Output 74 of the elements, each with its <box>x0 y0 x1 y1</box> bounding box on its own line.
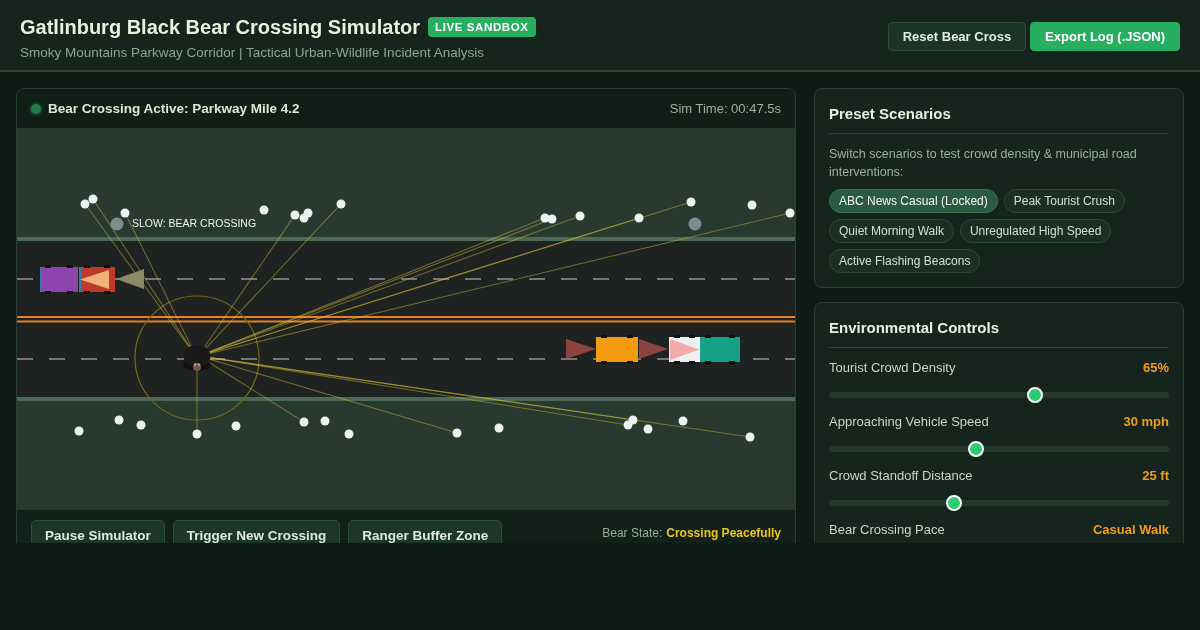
car <box>596 335 638 364</box>
headlight-beam <box>116 269 144 289</box>
sim-control-button[interactable]: Ranger Buffer Zone <box>348 520 503 543</box>
tourist-dot <box>547 214 557 224</box>
car <box>700 335 740 364</box>
slider-track[interactable] <box>829 495 1169 511</box>
scenario-chip[interactable]: Active Flashing Beacons <box>829 249 981 273</box>
slider-track[interactable] <box>829 441 1169 457</box>
tourist-dot <box>120 208 130 218</box>
reset-button[interactable]: Reset Bear Cross <box>887 22 1027 51</box>
control-value: 30 mph <box>1123 413 1169 430</box>
tourist-dot <box>231 421 241 431</box>
scenario-chip[interactable]: Peak Tourist Crush <box>1003 189 1125 213</box>
tourist-dot <box>299 417 309 427</box>
slider-thumb[interactable] <box>1026 387 1043 403</box>
tourist-dot <box>303 208 313 218</box>
headlight-beam <box>566 339 596 359</box>
bear-marker <box>183 345 211 371</box>
tourist-dot <box>686 197 696 207</box>
panel-description: Switch scenarios to test crowd density & municipal road interventions: <box>829 146 1138 181</box>
tourist-dot <box>643 424 653 434</box>
tourist-dot <box>745 432 755 442</box>
simulator-title: Bear Crossing Active: Parkway Mile 4.2 <box>48 101 300 116</box>
tourist-dot <box>540 213 550 223</box>
control-label: Approaching Vehicle Speed <box>829 413 989 430</box>
bear-state-value: Crossing Peacefully <box>666 526 781 540</box>
scenario-chip[interactable]: Quiet Morning Walk <box>829 219 954 243</box>
panel-title: Preset Scenarios <box>829 104 1169 134</box>
beacon-marker <box>688 217 702 231</box>
tourist-dot <box>678 416 688 426</box>
control-label: Tourist Crowd Density <box>829 359 956 376</box>
beacon-marker <box>110 217 124 231</box>
tourist-dot <box>114 415 124 425</box>
control-value: Casual Walk <box>1092 521 1169 538</box>
tourist-dot <box>575 211 585 221</box>
tourist-dot <box>634 213 644 223</box>
car <box>669 335 700 364</box>
headlight-beam <box>639 339 668 359</box>
tourist-dot <box>320 416 330 426</box>
slider-thumb[interactable] <box>945 495 962 511</box>
tourist-dot <box>136 420 146 430</box>
scenario-chip[interactable]: ABC News Casual (Locked) <box>829 189 998 213</box>
car <box>40 265 78 294</box>
tourist-dot <box>290 210 300 220</box>
scenario-chip[interactable]: Unregulated High Speed <box>959 219 1112 243</box>
tourist-dot <box>747 200 757 210</box>
control-value: 65% <box>1142 359 1169 376</box>
tourist-dot <box>80 199 90 209</box>
tourist-dot <box>452 428 462 438</box>
tourist-dot <box>336 199 346 209</box>
app-subtitle: Smoky Mountains Parkway Corridor | Tactical Urban-Wildlife Incident Analysis <box>20 45 485 60</box>
control-label: Bear Crossing Pace <box>829 521 945 538</box>
tourist-dot <box>192 429 202 439</box>
sim-time: Sim Time: 00:47.5s <box>669 101 781 116</box>
bear-state-label: Bear State: <box>602 526 663 540</box>
tourist-dot <box>628 415 638 425</box>
warning-sign-label: SLOW: BEAR CROSSING <box>132 217 257 229</box>
tourist-dot <box>494 423 504 433</box>
live-badge: LIVE SANDBOX <box>428 17 536 37</box>
slider-track[interactable] <box>829 387 1169 403</box>
car <box>79 265 115 294</box>
sim-control-button[interactable]: Pause Simulator <box>31 520 165 543</box>
status-dot-icon <box>31 103 41 114</box>
tourist-dot <box>785 208 795 218</box>
tourist-dot <box>344 429 354 439</box>
tourist-dot <box>259 205 269 215</box>
slider-thumb[interactable] <box>968 441 985 457</box>
panel-title: Environmental Controls <box>829 318 1169 348</box>
sim-control-button[interactable]: Trigger New Crossing <box>172 520 341 543</box>
app-title: Gatlinburg Black Bear Crossing Simulator <box>20 15 421 40</box>
control-value: 25 ft <box>1142 467 1169 484</box>
control-label: Crowd Standoff Distance <box>829 467 973 484</box>
tourist-dot <box>88 194 98 204</box>
tourist-dot <box>74 426 84 436</box>
